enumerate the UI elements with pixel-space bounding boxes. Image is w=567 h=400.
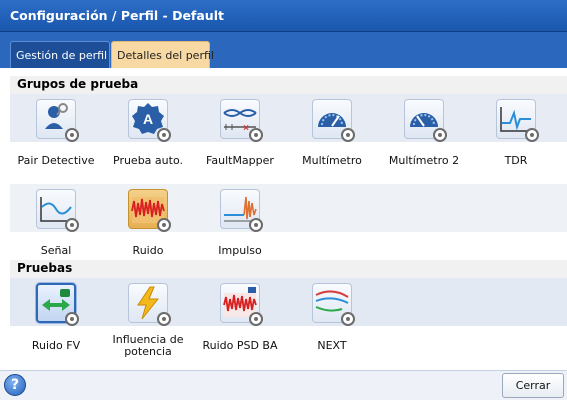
svg-text:×: × xyxy=(243,123,249,134)
close-button[interactable]: Cerrar xyxy=(502,373,564,398)
test-group-label: TDR xyxy=(504,154,528,167)
settings-gear-icon xyxy=(157,218,171,232)
multimeter-2-icon xyxy=(404,99,447,142)
svg-text:A: A xyxy=(143,111,153,127)
power-influence-icon xyxy=(128,283,171,326)
test-group-pair-detective[interactable]: Pair Detective xyxy=(10,96,102,186)
settings-gear-icon xyxy=(65,128,79,142)
settings-gear-icon xyxy=(249,312,263,326)
test-noise-fv[interactable]: Ruido FV xyxy=(10,280,102,370)
test-group-label: FaultMapper xyxy=(206,154,274,167)
test-group-label: Pair Detective xyxy=(17,154,95,167)
auto-test-icon: A xyxy=(128,99,171,142)
noise-fv-icon xyxy=(36,283,79,326)
settings-gear-icon xyxy=(65,218,79,232)
test-group-auto-test[interactable]: A Prueba auto. xyxy=(102,96,194,186)
test-label: Ruido PSD BA xyxy=(202,339,278,352)
tab-gestion-de-perfil[interactable]: Gestión de perfil xyxy=(10,41,110,68)
signal-icon xyxy=(36,189,79,232)
title-bar: Configuración / Perfil - Default xyxy=(0,0,567,32)
help-button[interactable]: ? xyxy=(4,374,26,396)
test-noise-psd-ba[interactable]: Ruido PSD BA xyxy=(194,280,286,370)
settings-gear-icon xyxy=(157,128,171,142)
tdr-icon xyxy=(496,99,539,142)
test-label: Ruido FV xyxy=(31,339,81,352)
multimeter-icon xyxy=(312,99,355,142)
tab-strip: Gestión de perfil Detalles del perfil xyxy=(0,32,567,68)
settings-gear-icon xyxy=(249,218,263,232)
test-group-label: Prueba auto. xyxy=(113,154,183,167)
test-group-label: Señal xyxy=(40,244,72,257)
settings-gear-icon xyxy=(341,312,355,326)
test-next[interactable]: NEXT xyxy=(286,280,378,370)
test-group-faultmapper[interactable]: × FaultMapper xyxy=(194,96,286,186)
settings-gear-icon xyxy=(249,128,263,142)
settings-gear-icon xyxy=(341,128,355,142)
test-group-multimeter[interactable]: Multímetro xyxy=(286,96,378,186)
profile-details-panel: Grupos de prueba Pair Detective A Prueba… xyxy=(0,68,567,370)
test-power-influence[interactable]: Influencia de potencia xyxy=(102,280,194,370)
noise-icon xyxy=(128,189,171,232)
faultmapper-icon: × xyxy=(220,99,263,142)
section-header-grupos-de-prueba: Grupos de prueba xyxy=(10,76,567,94)
next-icon xyxy=(312,283,355,326)
settings-gear-icon xyxy=(65,312,79,326)
test-group-tdr[interactable]: TDR xyxy=(470,96,562,186)
settings-gear-icon xyxy=(525,128,539,142)
test-group-label: Ruido xyxy=(132,244,164,257)
pair-detective-icon xyxy=(36,99,79,142)
section-header-pruebas: Pruebas xyxy=(10,260,567,278)
test-group-multimeter-2[interactable]: Multímetro 2 xyxy=(378,96,470,186)
footer-bar: ? Cerrar xyxy=(0,370,567,400)
test-group-label: Multímetro xyxy=(302,154,362,167)
test-label: Influencia de potencia xyxy=(112,333,184,358)
settings-gear-icon xyxy=(157,312,171,326)
test-label: NEXT xyxy=(317,339,347,352)
test-group-label: Multímetro 2 xyxy=(388,154,460,167)
settings-gear-icon xyxy=(433,128,447,142)
test-group-label: Impulso xyxy=(218,244,262,257)
impulse-icon xyxy=(220,189,263,232)
tab-detalles-del-perfil[interactable]: Detalles del perfil xyxy=(111,41,214,68)
noise-psd-icon xyxy=(220,283,263,326)
window-title: Configuración / Perfil - Default xyxy=(10,8,224,23)
